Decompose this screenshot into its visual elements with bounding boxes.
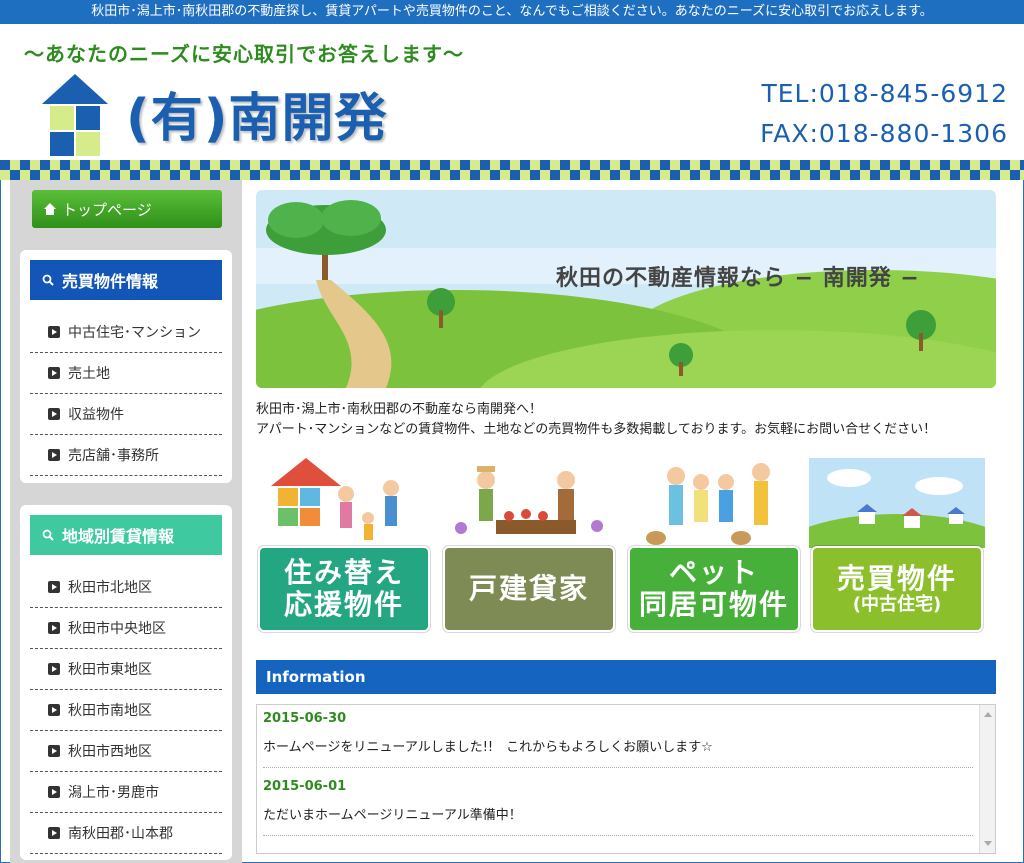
- arrow-right-icon: [48, 786, 60, 798]
- search-icon: [42, 274, 54, 286]
- rent-menu-item-label: 秋田市東地区: [68, 662, 152, 678]
- rent-menu-item-label: 秋田市南地区: [68, 703, 152, 719]
- news-item: 2015-06-30 ホームページをリニューアルしました!! これからもよろしく…: [263, 711, 973, 768]
- rent-menu-item-label: 秋田市北地区: [68, 580, 152, 596]
- home-icon: [44, 203, 56, 215]
- scroll-arrows-icon: [984, 712, 992, 846]
- tile-sale-property-line1: 売買物件: [836, 561, 957, 595]
- arrow-right-icon: [48, 581, 60, 593]
- rent-menu-list: 秋田市北地区 秋田市中央地区 秋田市東地区 秋田市南地区 秋田市西地区 潟上市･男鹿市 南秋…: [30, 567, 222, 854]
- sale-menu-item[interactable]: 収益物件: [30, 394, 222, 435]
- rent-menu-item[interactable]: 秋田市中央地区: [30, 608, 222, 649]
- rent-menu-item[interactable]: 潟上市･男鹿市: [30, 772, 222, 813]
- arrow-right-icon: [48, 367, 60, 379]
- sale-menu-header: 売買物件情報: [30, 260, 222, 300]
- rent-menu-item[interactable]: 秋田市南地区: [30, 690, 222, 731]
- tile-relocation-line2: 応援物件: [283, 588, 404, 621]
- arrow-right-icon: [48, 408, 60, 420]
- arrow-right-icon: [48, 745, 60, 757]
- rent-menu-item[interactable]: 秋田市西地区: [30, 731, 222, 772]
- news-date: 2015-06-30: [263, 711, 347, 726]
- news-text: ホームページをリニューアルしました!! これからもよろしくお願いします☆: [263, 736, 973, 768]
- checker-strip: [0, 160, 1024, 180]
- arrow-right-icon: [48, 622, 60, 634]
- sale-menu-item[interactable]: 売土地: [30, 353, 222, 394]
- top-announcement: 秋田市･潟上市･南秋田郡の不動産探し、賃貸アパートや売買物件のこと、なんでもご相…: [0, 0, 1024, 24]
- rent-menu-title: 地域別賃貸情報: [62, 527, 175, 546]
- sale-menu-list: 中古住宅･マンション 売土地収益物件売店舗･事務所: [30, 312, 222, 476]
- tile-relocation-line1: 住み替え: [283, 555, 404, 589]
- arrow-right-icon: [48, 663, 60, 675]
- arrow-right-icon: [48, 827, 60, 839]
- rent-menu-item-label: 潟上市･男鹿市: [68, 785, 159, 801]
- rent-menu-item[interactable]: 秋田市東地区: [30, 649, 222, 690]
- rent-menu-item[interactable]: 秋田市北地区: [30, 567, 222, 608]
- information-title: Information: [266, 668, 366, 686]
- arrow-right-icon: [48, 704, 60, 716]
- news-text: ただいまホームページリニューアル準備中！: [263, 804, 973, 836]
- sale-menu-item[interactable]: 売店舗･事務所: [30, 435, 222, 476]
- town-illustration: [777, 458, 1017, 594]
- news-date: 2015-06-01: [263, 779, 347, 794]
- top-page-label: トップページ: [62, 200, 152, 219]
- hero-banner: 秋田の不動産情報なら − 南開発 −: [256, 190, 996, 388]
- rent-menu-item-label: 秋田市西地区: [68, 744, 152, 760]
- tile-sale-property[interactable]: 売買物件 (中古住宅): [777, 458, 1017, 634]
- tile-pet-friendly-label: ペット 同居可物件: [628, 546, 800, 632]
- information-header: Information: [256, 660, 996, 694]
- company-name[interactable]: (有)南開発: [126, 76, 388, 151]
- sidebar: トップページ 売買物件情報 中古住宅･マンション 売土地収益物件売店舗･事務所 地…: [10, 180, 242, 863]
- tile-pet-friendly-line2: 同居可物件: [638, 588, 789, 621]
- tile-sale-property-label: 売買物件 (中古住宅): [811, 546, 983, 632]
- house-logo-icon[interactable]: [42, 74, 108, 164]
- sale-menu-item-label: 売店舗･事務所: [68, 448, 159, 464]
- category-tiles: 住み替え 応援物件 戸建貸家 ペット 同居可物件 売買物件 (中古住宅): [256, 458, 1017, 634]
- fax-number: FAX:018-880-1306: [760, 119, 1008, 148]
- rent-menu-item[interactable]: 南秋田郡･山本郡: [30, 813, 222, 854]
- tile-relocation-label: 住み替え 応援物件: [258, 546, 430, 632]
- arrow-right-icon: [48, 326, 60, 338]
- top-page-button[interactable]: トップページ: [32, 190, 222, 228]
- tile-relocation[interactable]: 住み替え 応援物件: [256, 458, 432, 634]
- tile-pet-friendly-line1: ペット: [668, 555, 759, 589]
- intro-line-2: アパート･マンションなどの賃貸物件、土地などの売買物件も多数掲載しております。お…: [256, 422, 937, 437]
- tagline: 〜あなたのニーズに安心取引でお答えします〜: [24, 42, 464, 66]
- rent-menu-box: 地域別賃貸情報 秋田市北地区 秋田市中央地区 秋田市東地区 秋田市南地区 秋田市西地区潟…: [20, 505, 232, 860]
- rent-menu-item-label: 秋田市中央地区: [68, 621, 166, 637]
- tile-sale-property-line2: (中古住宅): [852, 593, 942, 615]
- news-item: 2015-06-01 ただいまホームページリニューアル準備中！: [263, 779, 973, 836]
- tile-rental-house-line1: 戸建貸家: [468, 571, 589, 605]
- tile-rental-house[interactable]: 戸建貸家: [441, 458, 617, 634]
- scrollbar[interactable]: [979, 705, 995, 853]
- gardening-illustration: [455, 466, 603, 534]
- information-list[interactable]: 2015-06-30 ホームページをリニューアルしました!! これからもよろしく…: [256, 704, 996, 854]
- tile-pet-friendly[interactable]: ペット 同居可物件: [626, 458, 802, 634]
- sale-menu-item-label: 中古住宅･マンション: [68, 325, 201, 341]
- sale-menu-title: 売買物件情報: [62, 272, 159, 291]
- intro-text: 秋田市･潟上市･南秋田郡の不動産なら南開発へ！ アパート･マンションなどの賃貸物…: [256, 400, 936, 440]
- rent-menu-item-label: 南秋田郡･山本郡: [68, 826, 173, 842]
- site-header: 〜あなたのニーズに安心取引でお答えします〜 (有)南開発 TEL:018-845…: [0, 24, 1024, 160]
- sale-menu-item-label: 売土地: [68, 366, 110, 382]
- arrow-right-icon: [48, 449, 60, 461]
- announcement-text: 秋田市･潟上市･南秋田郡の不動産探し、賃貸アパートや売買物件のこと、なんでもご相…: [91, 4, 933, 19]
- intro-line-1: 秋田市･潟上市･南秋田郡の不動産なら南開発へ！: [256, 402, 543, 417]
- sale-menu-item-label: 収益物件: [68, 407, 124, 423]
- phone-number: TEL:018-845-6912: [761, 79, 1008, 108]
- rent-menu-header: 地域別賃貸情報: [30, 515, 222, 555]
- family-pets-illustration: [646, 463, 770, 545]
- relocation-illustration: [271, 458, 399, 540]
- sale-menu-item[interactable]: 中古住宅･マンション: [30, 312, 222, 353]
- tile-rental-house-label: 戸建貸家: [443, 546, 615, 632]
- contact-info: TEL:018-845-6912 FAX:018-880-1306: [760, 74, 1008, 154]
- banner-title: 秋田の不動産情報なら − 南開発 −: [556, 266, 920, 291]
- search-icon: [42, 529, 54, 541]
- sale-menu-box: 売買物件情報 中古住宅･マンション 売土地収益物件売店舗･事務所: [20, 250, 232, 483]
